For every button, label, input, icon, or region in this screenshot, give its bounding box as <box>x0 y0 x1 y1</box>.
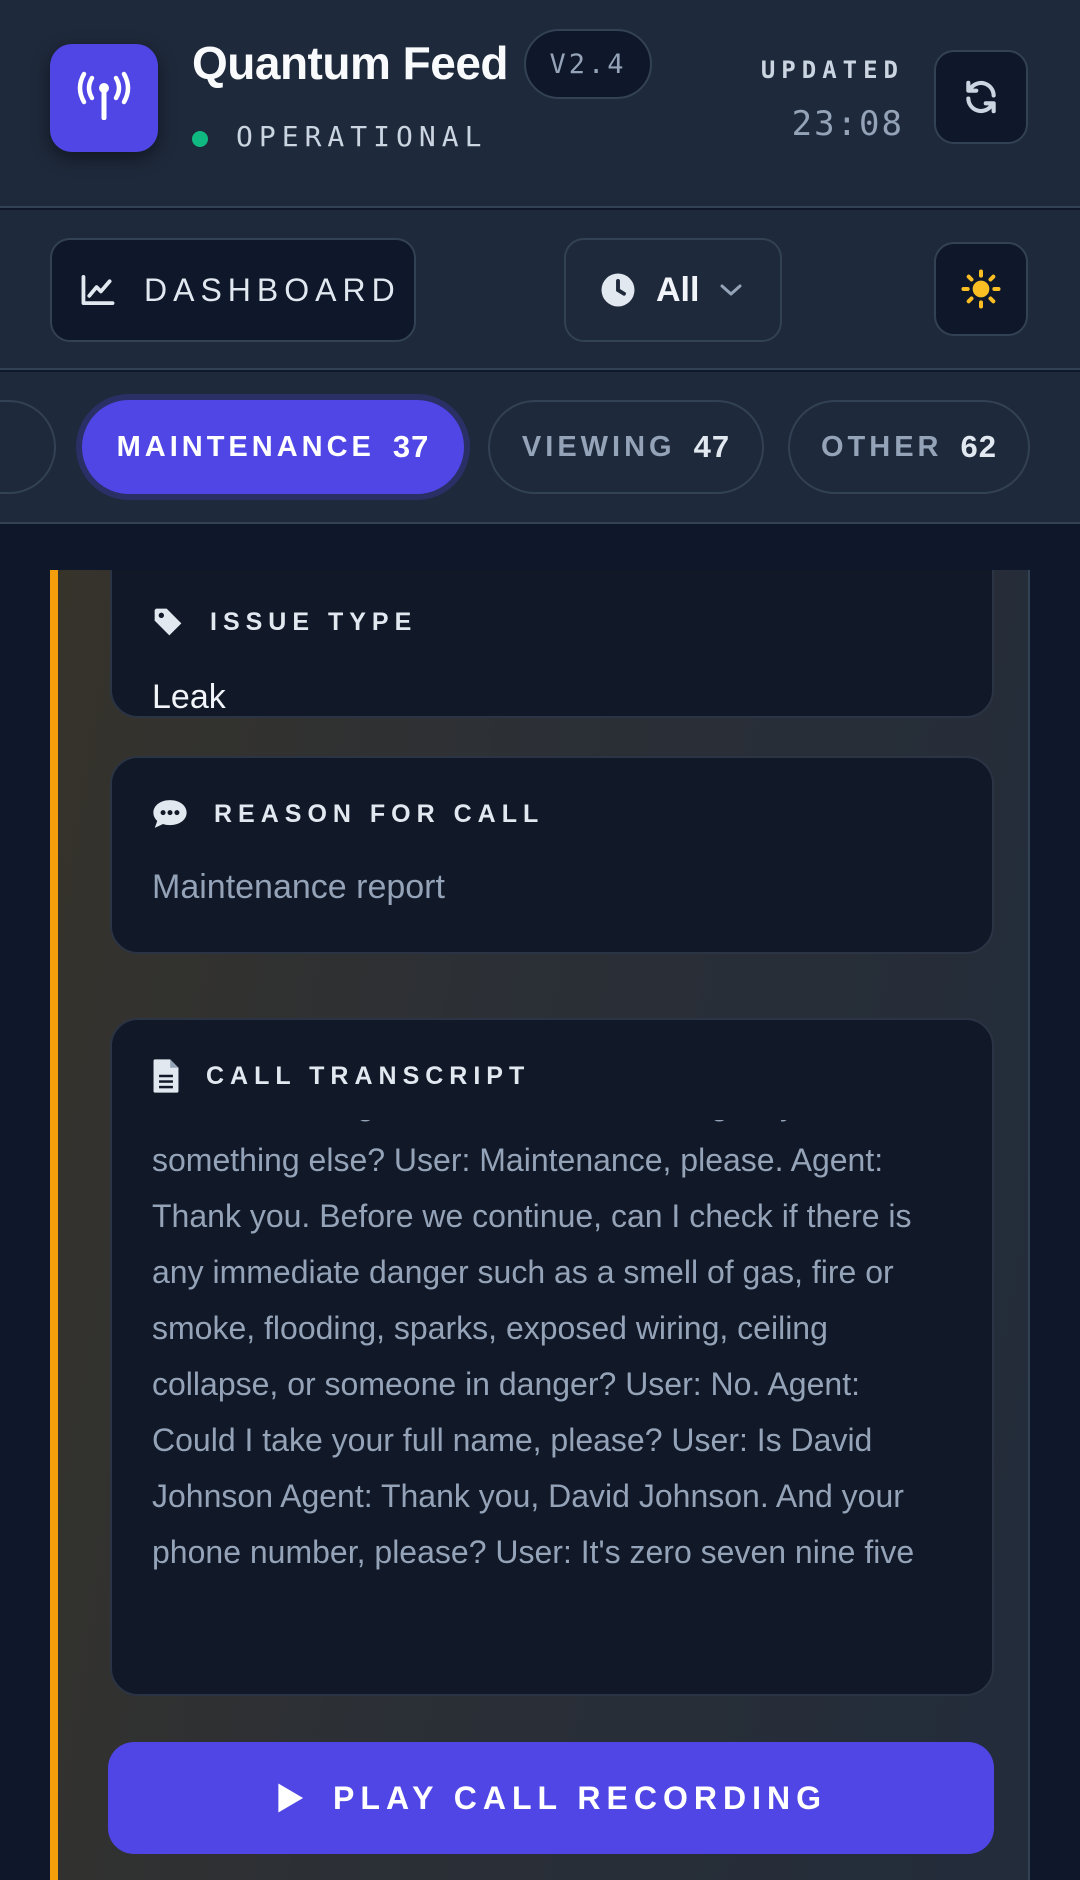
transcript-text: about a viewing, maintenance, an emergen… <box>152 1120 915 1570</box>
play-button-label: PLAY CALL RECORDING <box>333 1779 827 1816</box>
tab-viewing[interactable]: VIEWING 47 <box>488 400 764 494</box>
clock-icon <box>601 273 635 307</box>
broadcast-antenna-icon <box>50 44 158 152</box>
transcript-label: CALL TRANSCRIPT <box>206 1061 531 1090</box>
version-badge: V2.4 <box>524 29 652 99</box>
tab-count: 37 <box>392 429 430 464</box>
app-title: Quantum Feed <box>192 37 509 89</box>
chevron-down-icon <box>720 284 742 296</box>
updated-time: 23:08 <box>791 104 904 144</box>
refresh-icon <box>966 80 996 114</box>
tab-count: 62 <box>960 429 997 464</box>
tab-label: OTHER <box>821 430 943 463</box>
app-header: Quantum Feed V2.4 OPERATIONAL UPDATED 23… <box>0 0 1080 208</box>
call-transcript-section: CALL TRANSCRIPT about a viewing, mainten… <box>110 1018 994 1696</box>
toolbar: DASHBOARD All <box>0 210 1080 370</box>
reason-value: Maintenance report <box>152 868 445 906</box>
refresh-button[interactable] <box>934 50 1028 144</box>
issue-type-header: ISSUE TYPE <box>152 606 417 638</box>
reason-header: REASON FOR CALL <box>152 798 544 830</box>
tab-previous-partial[interactable] <box>0 400 56 494</box>
time-filter-select[interactable]: All <box>564 238 782 342</box>
status-indicator-dot <box>192 131 208 147</box>
reason-label: REASON FOR CALL <box>214 799 545 828</box>
theme-toggle-button[interactable] <box>934 242 1028 336</box>
tab-other[interactable]: OTHER 62 <box>788 400 1030 494</box>
transcript-header: CALL TRANSCRIPT <box>152 1058 530 1094</box>
tab-label: MAINTENANCE <box>116 430 375 463</box>
transcript-scroll-area[interactable]: about a viewing, maintenance, an emergen… <box>152 1120 952 1678</box>
play-call-recording-button[interactable]: PLAY CALL RECORDING <box>108 1742 994 1854</box>
tab-count: 47 <box>693 429 731 464</box>
tab-maintenance[interactable]: MAINTENANCE 37 <box>82 400 464 494</box>
tag-icon <box>154 608 182 636</box>
chat-bubble-icon <box>153 800 187 828</box>
call-detail-card: ISSUE TYPE Leak REASON FOR CALL Maintena… <box>50 570 1030 1880</box>
status-text: OPERATIONAL <box>236 120 488 153</box>
updated-label: UPDATED <box>760 56 904 84</box>
reason-for-call-section: REASON FOR CALL Maintenance report <box>110 756 994 954</box>
line-chart-icon <box>81 275 115 305</box>
sun-icon <box>961 269 1001 309</box>
dashboard-label: DASHBOARD <box>144 271 401 308</box>
tab-label: VIEWING <box>521 430 676 463</box>
issue-type-value: Leak <box>152 678 226 716</box>
issue-type-section: ISSUE TYPE Leak <box>110 570 994 718</box>
dashboard-button[interactable]: DASHBOARD <box>50 238 416 342</box>
issue-type-label: ISSUE TYPE <box>210 607 418 636</box>
play-icon <box>278 1783 304 1813</box>
time-filter-value: All <box>656 270 700 309</box>
category-tabs: MAINTENANCE 37 VIEWING 47 OTHER 62 <box>0 372 1080 524</box>
document-icon <box>153 1059 179 1093</box>
